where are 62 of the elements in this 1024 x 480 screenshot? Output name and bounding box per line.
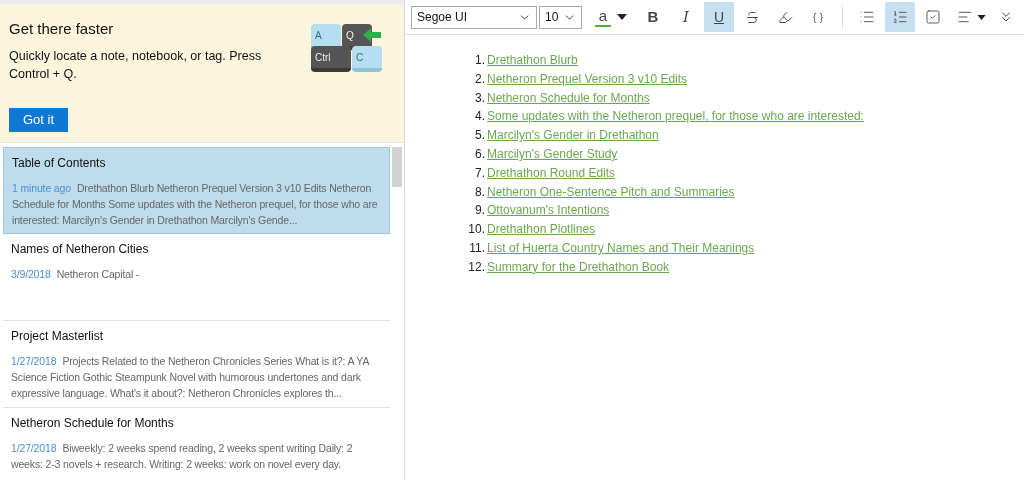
note-link[interactable]: Drethathon Round Edits	[487, 163, 616, 183]
italic-button[interactable]: I	[671, 2, 701, 32]
font-color-button[interactable]: a	[592, 2, 614, 32]
keyboard-key: Ctrl	[311, 46, 351, 72]
note-list-item[interactable]	[3, 147, 390, 234]
note-link[interactable]: List of Huerta Country Names and Their Meanings	[487, 238, 755, 258]
note-list-item[interactable]: Names of Netheron Cities 3/9/2018 Netheron Capital -	[3, 234, 390, 321]
keyboard-key: C	[352, 46, 382, 72]
tip-message: Quickly locate a note, notebook, or tag. Press Control + Q.	[9, 47, 263, 83]
note-link[interactable]: Ottovanum's Intentions	[487, 201, 610, 221]
note-preview: 1/27/2018 Biweekly: 2 weeks spend reading, 2 weeks spent writing Daily: 2 weeks: 2-3 novels + research. Writing: 2 weeks: work on novel every day.	[11, 441, 354, 472]
note-date: 3/9/2018	[11, 268, 51, 280]
note-preview: 1 minute ago Drethathon Blurb Netheron Prequel Version 3 v10 Edits Netheron Schedule for Months Some updates with the Netheron prequel, for those who are interested: Marcilyn's Gender in Drethathon Marcilyn's Gende...	[12, 181, 379, 228]
font-size-dropdown[interactable]: 10	[539, 5, 582, 29]
note-date: 1/27/2018	[11, 355, 57, 367]
note-date: 1/27/2018	[11, 442, 57, 454]
note-link[interactable]: Summary for the Drethathon Book	[487, 257, 670, 277]
list-number: 6.	[474, 146, 485, 163]
align-left-icon	[956, 9, 973, 25]
got-it-button[interactable]: Got it	[9, 108, 69, 132]
note-link[interactable]: Netheron Prequel Version 3 v10 Edits	[487, 69, 688, 89]
note-link[interactable]: Marcilyn's Gender Study	[487, 145, 618, 164]
list-number: 12.	[467, 258, 485, 276]
bulleted-list-icon	[859, 9, 875, 25]
note-title: Names of Netheron Cities	[11, 241, 150, 258]
numbered-list-icon	[892, 9, 908, 25]
bold-button[interactable]: B	[638, 2, 668, 32]
note-link[interactable]: Some updates with the Netheron prequel, for those who are interested:	[487, 107, 864, 127]
list-number: 9.	[474, 202, 485, 220]
list-number: 2.	[474, 70, 485, 88]
note-preview: 1/27/2018 Projects Related to the Netheron Chronicles Series What is it?: A YA Science Fiction Gothic Steampunk Novel with humorous undertones and dark expressive language. What's it about?: Netheron Chronicles explores th...	[11, 354, 371, 401]
scrollbar-thumb[interactable]	[392, 147, 402, 187]
list-number: 1.	[474, 52, 485, 69]
note-link[interactable]: Marcilyn's Gender in Drethathon	[487, 126, 659, 145]
strikethrough-icon	[744, 9, 760, 25]
note-preview: 3/9/2018 Netheron Capital -	[11, 267, 141, 282]
note-link[interactable]: Netheron Schedule for Months	[487, 88, 650, 108]
note-title: Table of Contents	[12, 155, 107, 172]
highlighter-icon	[777, 9, 793, 25]
note-title: Project Masterlist	[11, 328, 105, 345]
underline-button[interactable]: U	[704, 2, 734, 32]
font-dropdown[interactable]: Segoe UI	[411, 5, 538, 29]
list-number: 10.	[467, 221, 485, 239]
checkbox-icon	[925, 9, 941, 25]
list-number: 5.	[474, 127, 485, 145]
list-number: 7.	[474, 164, 485, 182]
list-number: 11.	[468, 239, 485, 257]
note-list-item[interactable]: Netheron Schedule for Months 1/27/2018 Biweekly: 2 weeks spend reading, 2 weeks spent writing Daily: 2 weeks: 2-3 novels + research. Writing: 2 weeks: work on novel every day.	[3, 408, 390, 480]
note-link[interactable]: Drethathon Blurb	[487, 51, 578, 70]
code-button[interactable]: { }	[803, 2, 833, 32]
note-date: 1 minute ago	[12, 182, 71, 194]
note-link[interactable]: Drethathon Plotlines	[487, 220, 596, 239]
list-number: 8.	[474, 183, 485, 201]
caret-icon[interactable]	[617, 14, 627, 20]
caret-icon	[976, 14, 986, 20]
note-link[interactable]: Netheron One-Sentence Pitch and Summaries	[487, 182, 735, 202]
note-title: Netheron Schedule for Months	[11, 415, 175, 432]
numbered-list-button[interactable]	[885, 2, 915, 32]
list-number: 4.	[474, 108, 485, 126]
tip-title: Get there faster	[9, 19, 115, 39]
list-number: 3.	[474, 89, 485, 107]
arrow-icon	[363, 28, 381, 42]
